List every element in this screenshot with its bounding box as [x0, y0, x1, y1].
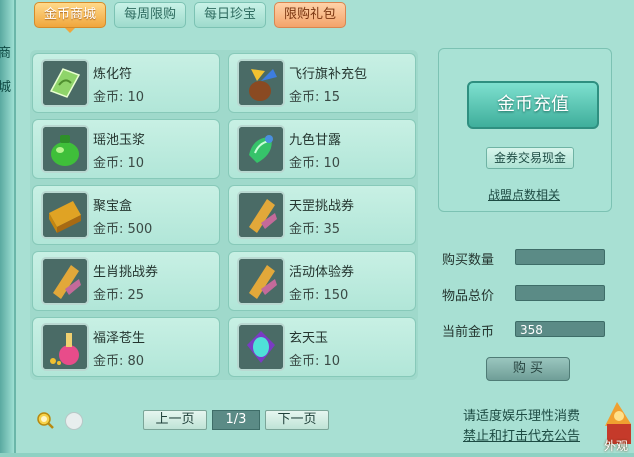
scroll-icon — [237, 191, 285, 239]
scroll-icon — [41, 257, 89, 305]
side-label: 商 — [0, 46, 12, 61]
item-card[interactable]: 天罡挑战券 金币: 35 — [228, 185, 416, 245]
current-gold-field: 358 — [515, 321, 605, 337]
search-icon[interactable] — [36, 411, 54, 429]
item-price: 金币: 10 — [93, 156, 145, 171]
outlook-label[interactable]: 外观 — [604, 437, 628, 454]
potion-icon — [41, 323, 89, 371]
item-name: 生肖挑战券 — [93, 265, 159, 280]
item-name: 九色甘露 — [289, 133, 342, 148]
green-jar-icon — [41, 125, 89, 173]
item-price: 金币: 35 — [289, 222, 341, 237]
total-price-label: 物品总价 — [442, 289, 495, 304]
item-price: 金币: 25 — [93, 288, 145, 303]
green-gem-icon — [237, 125, 285, 173]
moderation-notice: 请适度娱乐理性消费 — [463, 409, 581, 424]
prev-page-button[interactable]: 上一页 — [143, 410, 207, 430]
recharge-panel: 金币充值 金券交易现金 战盟点数相关 — [438, 48, 612, 212]
total-price-field — [515, 285, 605, 301]
tab-weekly-limited[interactable]: 每周限购 — [114, 2, 187, 28]
buy-button[interactable]: 购 买 — [486, 357, 570, 381]
item-name: 瑶池玉浆 — [93, 133, 146, 148]
coupon-exchange-button[interactable]: 金券交易现金 — [486, 147, 574, 169]
shop-tabs: 金币商城 每周限购 每日珍宝 限购礼包 — [34, 0, 347, 33]
tab-limited-gift[interactable]: 限购礼包 — [274, 2, 347, 28]
item-price: 金币: 80 — [93, 354, 145, 369]
item-price: 金币: 500 — [93, 222, 153, 237]
item-card[interactable]: 炼化符 金币: 10 — [32, 53, 220, 113]
next-page-button[interactable]: 下一页 — [265, 410, 329, 430]
quantity-label: 购买数量 — [442, 253, 495, 268]
item-price: 金币: 150 — [289, 288, 349, 303]
tab-gold-shop[interactable]: 金币商城 — [34, 2, 107, 33]
jade-icon — [237, 323, 285, 371]
item-name: 福泽苍生 — [93, 331, 146, 346]
item-name: 玄天玉 — [289, 331, 329, 346]
item-name: 聚宝盒 — [93, 199, 133, 214]
gold-box-icon — [41, 191, 89, 239]
item-card[interactable]: 生肖挑战券 金币: 25 — [32, 251, 220, 311]
item-card[interactable]: 九色甘露 金币: 10 — [228, 119, 416, 179]
item-name: 飞行旗补充包 — [289, 67, 368, 82]
tab-daily-treasure[interactable]: 每日珍宝 — [194, 2, 267, 28]
side-label: 城 — [0, 80, 12, 95]
item-card[interactable]: 玄天玉 金币: 10 — [228, 317, 416, 377]
item-price: 金币: 10 — [289, 354, 341, 369]
toggle-dot[interactable] — [65, 412, 83, 430]
item-price: 金币: 10 — [93, 90, 145, 105]
anti-proxy-notice-link[interactable]: 禁止和打击代充公告 — [463, 425, 580, 444]
item-card[interactable]: 飞行旗补充包 金币: 15 — [228, 53, 416, 113]
item-card[interactable]: 福泽苍生 金币: 80 — [32, 317, 220, 377]
talisman-icon — [41, 59, 89, 107]
item-price: 金币: 10 — [289, 156, 341, 171]
gold-recharge-button[interactable]: 金币充值 — [467, 81, 599, 129]
left-strip: 商 城 — [0, 0, 14, 453]
item-name: 天罡挑战券 — [289, 199, 355, 214]
alliance-points-link[interactable]: 战盟点数相关 — [488, 186, 560, 203]
page-indicator: 1/3 — [212, 410, 260, 430]
item-name: 炼化符 — [93, 67, 133, 82]
current-gold-label: 当前金币 — [442, 325, 495, 340]
item-name: 活动体验券 — [289, 265, 355, 280]
item-price: 金币: 15 — [289, 90, 341, 105]
item-card[interactable]: 瑶池玉浆 金币: 10 — [32, 119, 220, 179]
item-card[interactable]: 聚宝盒 金币: 500 — [32, 185, 220, 245]
scroll-icon — [237, 257, 285, 305]
flag-bag-icon — [237, 59, 285, 107]
item-grid: 炼化符 金币: 10 飞行旗补充包 金币: 15 瑶池玉浆 金币: 10 九色甘… — [30, 50, 418, 380]
item-card[interactable]: 活动体验券 金币: 150 — [228, 251, 416, 311]
quantity-field[interactable] — [515, 249, 605, 265]
